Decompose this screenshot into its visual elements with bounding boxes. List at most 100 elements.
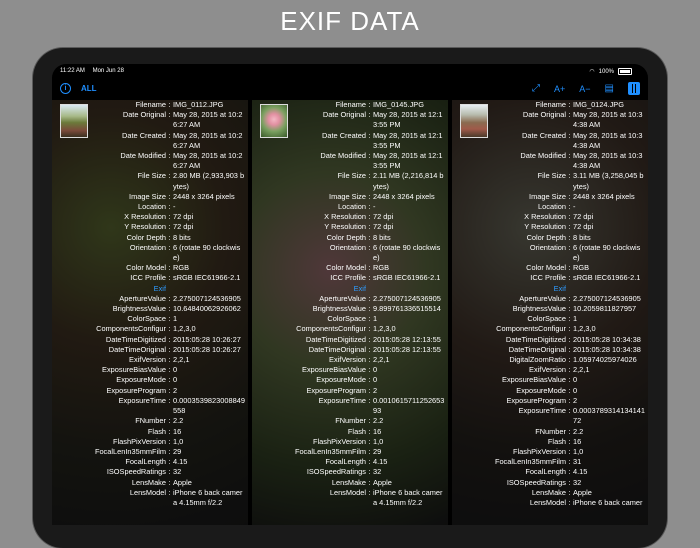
exif-value: 29 <box>373 446 382 456</box>
exif-value: May 28, 2015 at 10:3 4:38 AM <box>573 130 643 150</box>
exif-row: LensMake: Apple <box>252 478 448 488</box>
exif-value: iPhone 6 back camer a 4.15mm f/2.2 <box>373 487 443 507</box>
exif-row: ExposureMode:0 <box>52 375 248 385</box>
exif-value: 3.11 MB (3,258,045 b ytes) <box>573 171 644 191</box>
exif-row: ApertureValue:2.275007124536905 <box>252 294 448 304</box>
exif-key: Flash <box>347 426 366 436</box>
exif-row: FocalLenIn35mmFilm:31 <box>452 457 648 467</box>
exif-row: Date Modified: May 28, 2015 at 10:2 6:27 … <box>52 151 248 171</box>
exif-key: ExposureProgram <box>506 395 566 405</box>
exif-row: FlashPixVersion:1,0 <box>52 437 248 447</box>
separator: : <box>568 436 571 446</box>
exif-value: 2.2 <box>173 416 184 426</box>
exif-key: Date Modified <box>520 151 566 161</box>
exif-row: Flash:16 <box>252 427 448 437</box>
info-icon[interactable]: i <box>60 83 71 94</box>
separator: : <box>168 110 171 120</box>
exif-key: ExifVersion <box>329 355 366 365</box>
exif-key: FlashPixVersion <box>113 436 166 446</box>
exif-value: 32 <box>173 467 182 477</box>
exif-value: sRGB IEC61966-2.1 <box>173 273 241 283</box>
expand-icon[interactable]: ⤢ <box>532 83 540 95</box>
exif-key: ExposureMode <box>316 375 366 385</box>
font-increase-button[interactable]: A+ <box>554 84 565 94</box>
exif-value: 2.275007124536905 <box>573 293 641 303</box>
exif-row: ComponentsConfigur:1,2,3,0 <box>452 324 648 334</box>
separator: : <box>168 273 171 283</box>
separator: : <box>568 457 571 467</box>
exif-row: FlashPixVersion:1,0 <box>252 437 448 447</box>
exif-key: File Size <box>337 171 366 181</box>
separator: : <box>368 212 371 222</box>
exif-value: - <box>573 202 576 212</box>
all-button[interactable]: ALL <box>81 84 97 93</box>
exif-key: ExifVersion <box>529 365 566 375</box>
exif-row: ComponentsConfigur:1,2,3,0 <box>52 324 248 334</box>
exif-key: Date Original <box>322 110 366 120</box>
separator: : <box>568 273 571 283</box>
exif-value: RGB <box>573 263 590 273</box>
separator: : <box>368 110 371 120</box>
exif-value: 2448 x 3264 pixels <box>573 191 635 201</box>
separator: : <box>168 416 171 426</box>
separator: : <box>168 304 171 314</box>
exif-row: Date Created: May 28, 2015 at 10:3 4:38 A… <box>452 131 648 151</box>
section-label: Exif <box>353 283 366 293</box>
exif-value: 72 dpi <box>373 222 394 232</box>
exif-value: May 28, 2015 at 10:2 6:27 AM <box>173 130 243 150</box>
exif-row: ColorSpace:1 <box>252 314 448 324</box>
separator: : <box>568 375 571 385</box>
exif-value: May 28, 2015 at 10:3 4:38 AM <box>573 151 643 171</box>
exif-row: Image Size:2448 x 3264 pixels <box>452 192 648 202</box>
exif-row: Y Resolution:72 dpi <box>452 222 648 232</box>
separator: : <box>568 446 571 456</box>
exif-value: 1.05974025974026 <box>573 355 637 365</box>
exif-value: 6 (rotate 90 clockwis e) <box>173 242 241 263</box>
exif-row: Color Depth:8 bits <box>452 233 648 243</box>
exif-value: 8 bits <box>373 232 391 242</box>
exif-value: 2.11 MB (2,216,814 b ytes) <box>373 171 444 191</box>
exif-row: ColorSpace:1 <box>52 314 248 324</box>
separator: : <box>568 497 571 507</box>
font-decrease-button[interactable]: A− <box>579 84 590 94</box>
exif-key: ComponentsConfigur <box>296 324 366 334</box>
exif-row: Orientation:6 (rotate 90 clockwis e) <box>252 243 448 263</box>
exif-value: IMG_0124.JPG <box>573 100 624 109</box>
exif-row: ColorSpace:1 <box>452 314 648 324</box>
exif-key: DateTimeOriginal <box>308 344 366 354</box>
exif-key: FlashPixVersion <box>513 446 566 456</box>
separator: : <box>168 436 171 446</box>
exif-value: iPhone 6 back camer a 4.15mm f/2.2 <box>173 487 243 507</box>
exif-key: LensModel <box>329 487 366 497</box>
exif-value: 2,2,1 <box>373 355 390 365</box>
separator: : <box>168 446 171 456</box>
exif-row: ISOSpeedRatings:32 <box>252 467 448 477</box>
exif-row: FocalLenIn35mmFilm:29 <box>52 447 248 457</box>
separator: : <box>568 110 571 120</box>
exif-value: 8 bits <box>573 232 591 242</box>
separator: : <box>368 416 371 426</box>
exif-value: 29 <box>173 446 182 456</box>
exif-key: ExposureMode <box>516 385 566 395</box>
separator: : <box>368 344 371 354</box>
exif-row: Flash:16 <box>52 427 248 437</box>
exif-key: X Resolution <box>124 212 166 222</box>
exif-row: FNumber:2.2 <box>52 416 248 426</box>
exif-row: Date Created: May 28, 2015 at 10:2 6:27 A… <box>52 131 248 151</box>
exif-key: DigitalZoomRatio <box>509 355 566 365</box>
exif-value: 2015:05:28 10:34:38 <box>573 334 641 344</box>
exif-key: BrightnessValue <box>512 304 566 314</box>
caption-icon[interactable]: ▤ <box>605 83 614 95</box>
exif-value: 2015:05:28 10:34:38 <box>573 344 641 354</box>
exif-key: Filename <box>135 100 166 109</box>
exif-value: 31 <box>573 457 582 467</box>
exif-value: May 28, 2015 at 12:1 3:55 PM <box>373 130 443 150</box>
exif-row: File Size:2.80 MB (2,933,903 b ytes) <box>52 171 248 191</box>
exif-row: ExposureTime:0.0003789314134141 72 <box>452 406 648 426</box>
separator: : <box>168 365 171 375</box>
columns-icon[interactable] <box>628 82 640 95</box>
exif-key: ExposureBiasValue <box>102 365 166 375</box>
separator: : <box>168 263 171 273</box>
separator: : <box>568 487 571 497</box>
exif-key: DateTimeDigitized <box>105 334 166 344</box>
